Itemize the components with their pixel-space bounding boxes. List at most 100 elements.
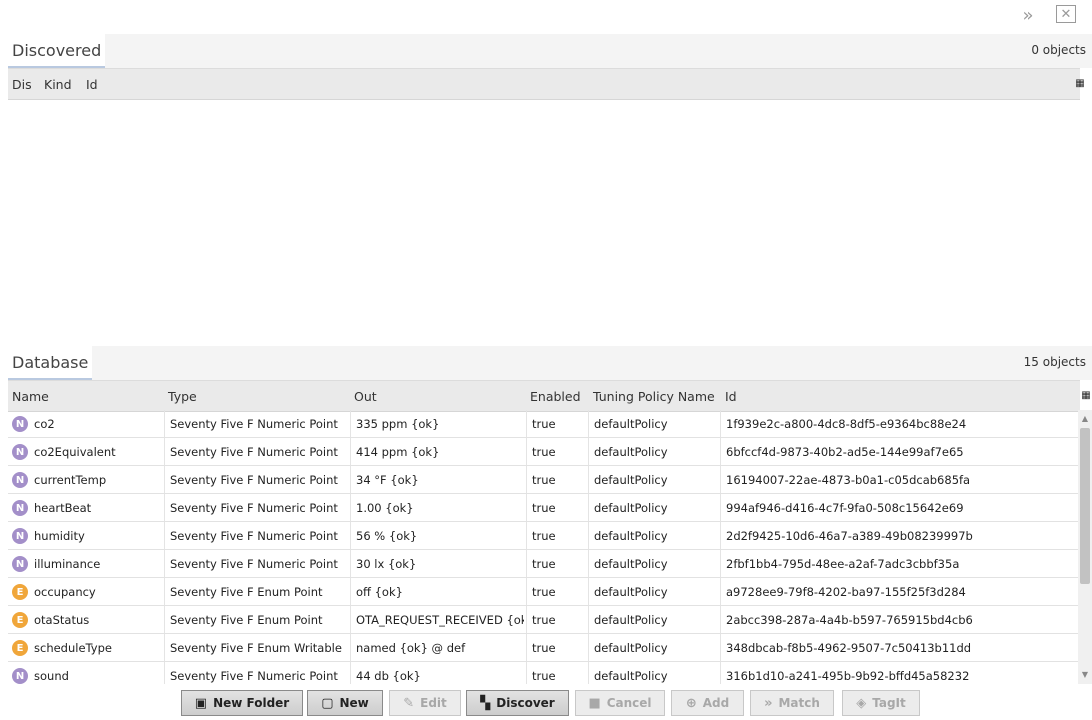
plus-circle-icon: ⊕: [685, 695, 697, 711]
column-header-dis[interactable]: Dis: [12, 69, 32, 99]
cell-out: 30 lx {ok}: [356, 550, 524, 578]
cell-type: Seventy Five F Numeric Point: [170, 438, 348, 466]
match-button[interactable]: » Match: [750, 690, 834, 716]
column-header-out[interactable]: Out: [354, 381, 377, 411]
column-divider: [350, 438, 351, 465]
cell-type: Seventy Five F Numeric Point: [170, 494, 348, 522]
add-button[interactable]: ⊕ Add: [671, 690, 744, 716]
scroll-thumb[interactable]: [1080, 428, 1090, 584]
column-divider: [588, 662, 589, 684]
cell-text: Seventy Five F Numeric Point: [170, 417, 338, 431]
numeric-point-icon: N: [12, 528, 28, 544]
discovered-count: 0 objects: [1031, 43, 1086, 57]
column-header-id[interactable]: Id: [86, 69, 98, 99]
column-divider: [526, 662, 527, 684]
folder-icon: ▣: [194, 695, 208, 711]
edit-button[interactable]: ✎ Edit: [389, 690, 461, 716]
cell-type: Seventy Five F Numeric Point: [170, 410, 348, 438]
discover-button[interactable]: ▚ Discover: [466, 690, 569, 716]
column-divider: [164, 410, 165, 437]
cell-name: NheartBeat: [12, 494, 162, 522]
column-divider: [526, 606, 527, 633]
column-divider: [588, 578, 589, 605]
table-row[interactable]: Nsound Seventy Five F Numeric Point 44 db …: [8, 662, 1078, 684]
column-header-kind[interactable]: Kind: [44, 69, 72, 99]
column-divider: [720, 578, 721, 605]
match-icon: »: [764, 695, 773, 711]
cell-out: 56 % {ok}: [356, 522, 524, 550]
table-row[interactable]: Nhumidity Seventy Five F Numeric Point 56 …: [8, 522, 1078, 550]
button-label: Edit: [420, 696, 447, 710]
table-row[interactable]: Nco2 Seventy Five F Numeric Point 335 ppm …: [8, 410, 1078, 438]
scroll-down-icon[interactable]: ▼: [1078, 668, 1092, 680]
cell-name: Nhumidity: [12, 522, 162, 550]
double-chevron-right-icon[interactable]: »: [1017, 5, 1039, 26]
cell-text: 335 ppm {ok}: [356, 417, 440, 431]
cell-text: co2Equivalent: [34, 445, 116, 459]
cell-text: 316b1d10-a241-495b-9b92-bffd45a58232: [726, 669, 970, 683]
column-divider: [588, 410, 589, 437]
cell-text: 56 % {ok}: [356, 529, 418, 543]
cell-text: scheduleType: [34, 641, 112, 655]
column-divider: [526, 438, 527, 465]
button-label: Discover: [496, 696, 555, 710]
cell-text: true: [532, 613, 556, 627]
discovered-tab[interactable]: Discovered: [8, 34, 106, 68]
column-header-enabled[interactable]: Enabled: [530, 381, 581, 411]
column-header-type[interactable]: Type: [168, 381, 197, 411]
close-box-icon[interactable]: ✕: [1056, 5, 1076, 23]
cancel-button[interactable]: ■ Cancel: [575, 690, 665, 716]
new-folder-button[interactable]: ▣ New Folder: [181, 690, 303, 716]
cell-out: off {ok}: [356, 578, 524, 606]
cell-id: a9728ee9-79f8-4202-ba97-155f25f3d284: [726, 578, 1074, 606]
cell-text: 348dbcab-f8b5-4962-9507-7c50413b11dd: [726, 641, 972, 655]
column-chooser-icon[interactable]: ▦: [1074, 68, 1086, 98]
cell-type: Seventy Five F Numeric Point: [170, 522, 348, 550]
vertical-scrollbar[interactable]: ▲ ▼: [1078, 410, 1092, 684]
cell-text: Seventy Five F Numeric Point: [170, 473, 338, 487]
cell-text: 1.00 {ok}: [356, 501, 414, 515]
cell-text: Seventy Five F Numeric Point: [170, 529, 338, 543]
table-row[interactable]: EscheduleType Seventy Five F Enum Writabl…: [8, 634, 1078, 662]
column-divider: [720, 466, 721, 493]
column-divider: [588, 606, 589, 633]
column-header-name[interactable]: Name: [12, 381, 49, 411]
numeric-point-icon: N: [12, 444, 28, 460]
column-divider: [526, 494, 527, 521]
table-row[interactable]: Nco2Equivalent Seventy Five F Numeric Poi…: [8, 438, 1078, 466]
table-row[interactable]: EotaStatus Seventy Five F Enum Point OTA_R…: [8, 606, 1078, 634]
cell-id: 1f939e2c-a800-4dc8-8df5-e9364bc88e24: [726, 410, 1074, 438]
column-chooser-icon[interactable]: ▦: [1080, 380, 1092, 410]
table-row[interactable]: NheartBeat Seventy Five F Numeric Point 1.…: [8, 494, 1078, 522]
cell-name: NcurrentTemp: [12, 466, 162, 494]
scroll-up-icon[interactable]: ▲: [1078, 412, 1092, 424]
tagit-button[interactable]: ◈ TagIt: [842, 690, 920, 716]
cell-text: 414 ppm {ok}: [356, 445, 440, 459]
column-divider: [350, 494, 351, 521]
table-row[interactable]: NcurrentTemp Seventy Five F Numeric Point…: [8, 466, 1078, 494]
cell-text: Seventy Five F Numeric Point: [170, 501, 338, 515]
cell-text: true: [532, 417, 556, 431]
cell-text: Seventy Five F Numeric Point: [170, 669, 338, 683]
cell-enabled: true: [532, 662, 586, 684]
column-divider: [350, 522, 351, 549]
table-row[interactable]: Eoccupancy Seventy Five F Enum Point off {…: [8, 578, 1078, 606]
stop-icon: ■: [588, 695, 601, 711]
cell-enabled: true: [532, 634, 586, 662]
cell-text: 2d2f9425-10d6-46a7-a389-49b08239997b: [726, 529, 973, 543]
cell-text: true: [532, 557, 556, 571]
button-label: Cancel: [606, 696, 652, 710]
cell-text: currentTemp: [34, 473, 107, 487]
column-divider: [526, 550, 527, 577]
column-header-id[interactable]: Id: [725, 381, 737, 411]
column-divider: [588, 522, 589, 549]
column-divider: [720, 550, 721, 577]
column-divider: [526, 410, 527, 437]
cell-out: 44 db {ok}: [356, 662, 524, 684]
new-button[interactable]: ▢ New: [307, 690, 383, 716]
database-tab[interactable]: Database: [8, 346, 93, 380]
table-row[interactable]: Nilluminance Seventy Five F Numeric Point…: [8, 550, 1078, 578]
column-header-tuning-policy[interactable]: Tuning Policy Name: [593, 381, 715, 411]
cell-policy: defaultPolicy: [594, 606, 718, 634]
cell-out: 1.00 {ok}: [356, 494, 524, 522]
